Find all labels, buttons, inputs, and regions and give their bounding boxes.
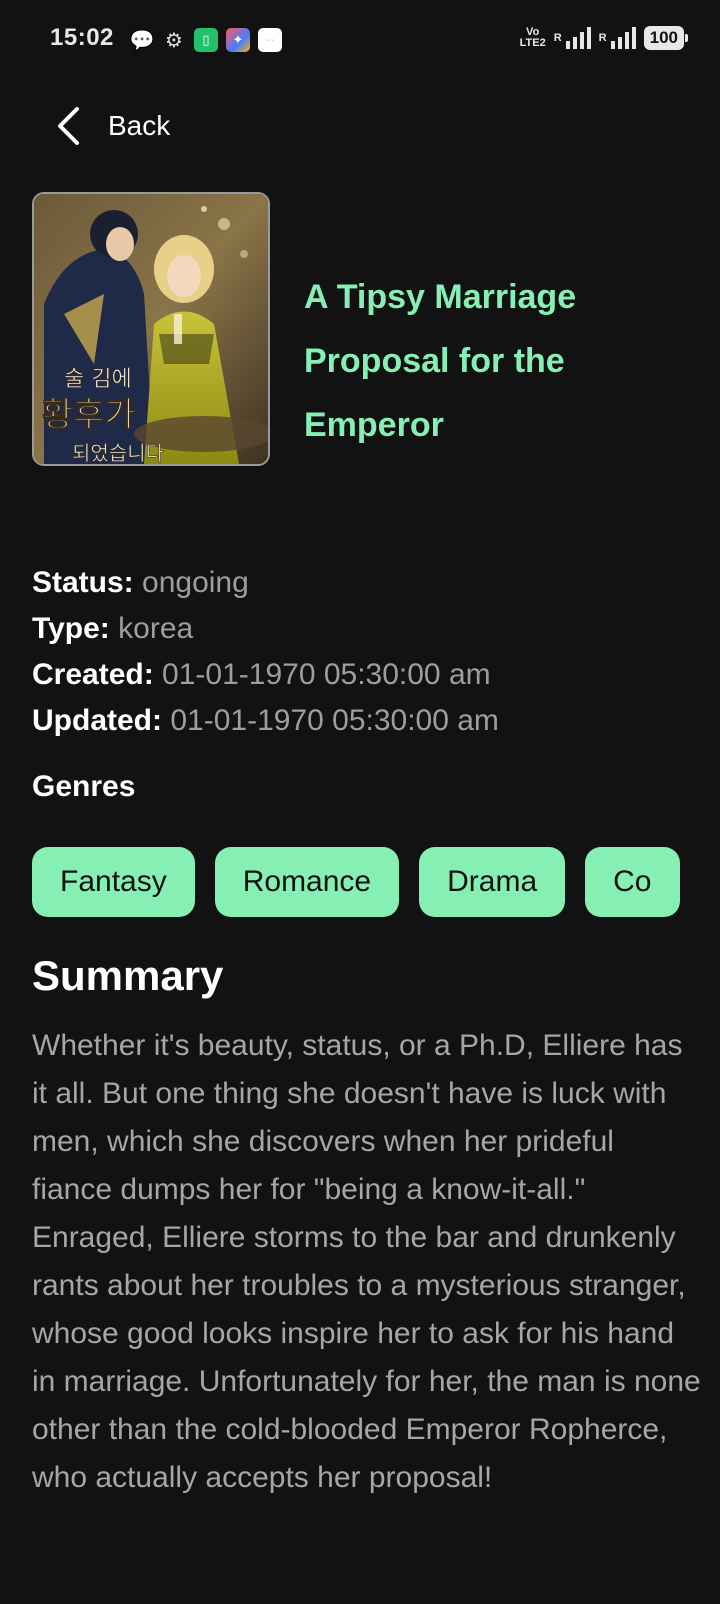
status-row: Status: ongoing — [32, 560, 499, 606]
summary-heading: Summary — [32, 952, 224, 999]
back-label[interactable]: Back — [108, 110, 170, 142]
chevron-left-icon[interactable] — [52, 106, 84, 146]
system-status-icons: Vo LTE2 R R 100 — [520, 26, 689, 50]
updated-label: Updated: — [32, 704, 162, 737]
created-row: Created: 01-01-1970 05:30:00 am — [32, 652, 499, 698]
notification-icons: 💬 ⚙ ▯ ✦ ··· — [130, 28, 282, 52]
updated-row: Updated: 01-01-1970 05:30:00 am — [32, 698, 499, 744]
info-block: Status: ongoing Type: korea Created: 01-… — [32, 560, 499, 744]
cover-title-line3: 되었습니다 — [72, 441, 164, 464]
signal-bars-1-icon — [565, 27, 591, 49]
roaming-indicator-1: R — [553, 32, 562, 44]
white-app-icon: ··· — [258, 28, 282, 52]
cover-title-line1: 술 김에 — [64, 367, 132, 392]
genre-chip-partial[interactable]: Co — [585, 847, 680, 917]
created-label: Created: — [32, 658, 154, 691]
volte-indicator: Vo LTE2 — [520, 27, 546, 49]
created-value: 01-01-1970 05:30:00 am — [162, 658, 491, 691]
genre-chip-drama[interactable]: Drama — [419, 847, 566, 917]
lte-label: LTE2 — [519, 37, 546, 49]
signal-bars-2-icon — [610, 27, 636, 49]
type-value: korea — [118, 612, 194, 645]
chat-icon: 💬 — [129, 29, 155, 52]
genres-heading: Genres — [32, 770, 136, 803]
genre-chips: Fantasy Romance Drama Co — [32, 847, 689, 917]
cover-title-line2: 황후가 — [42, 395, 136, 435]
cover-image: 술 김에 황후가 되었습니다 — [32, 192, 270, 466]
battery-indicator: 100 — [643, 26, 689, 50]
updated-value: 01-01-1970 05:30:00 am — [170, 704, 499, 737]
genre-chip-fantasy[interactable]: Fantasy — [32, 847, 195, 917]
type-label: Type: — [32, 612, 110, 645]
app-icon: ✦ — [226, 28, 250, 52]
type-row: Type: korea — [32, 606, 499, 652]
status-bar: 15:02 💬 ⚙ ▯ ✦ ··· Vo LTE2 R R 100 — [0, 0, 720, 84]
gear-icon: ⚙ — [165, 29, 183, 52]
status-label: Status: — [32, 566, 134, 599]
back-button[interactable]: Back — [52, 106, 170, 146]
status-value: ongoing — [142, 566, 249, 599]
battery-saver-app-icon: ▯ — [194, 28, 218, 52]
manga-title: A Tipsy Marriage Proposal for the Empero… — [304, 278, 577, 444]
genres-scroller[interactable]: Fantasy Romance Drama Co — [32, 847, 689, 917]
status-time: 15:02 — [50, 24, 114, 51]
summary-text: Whether it's beauty, status, or a Ph.D, … — [32, 1029, 701, 1494]
roaming-indicator-2: R — [598, 32, 607, 44]
genre-chip-romance[interactable]: Romance — [214, 847, 400, 917]
